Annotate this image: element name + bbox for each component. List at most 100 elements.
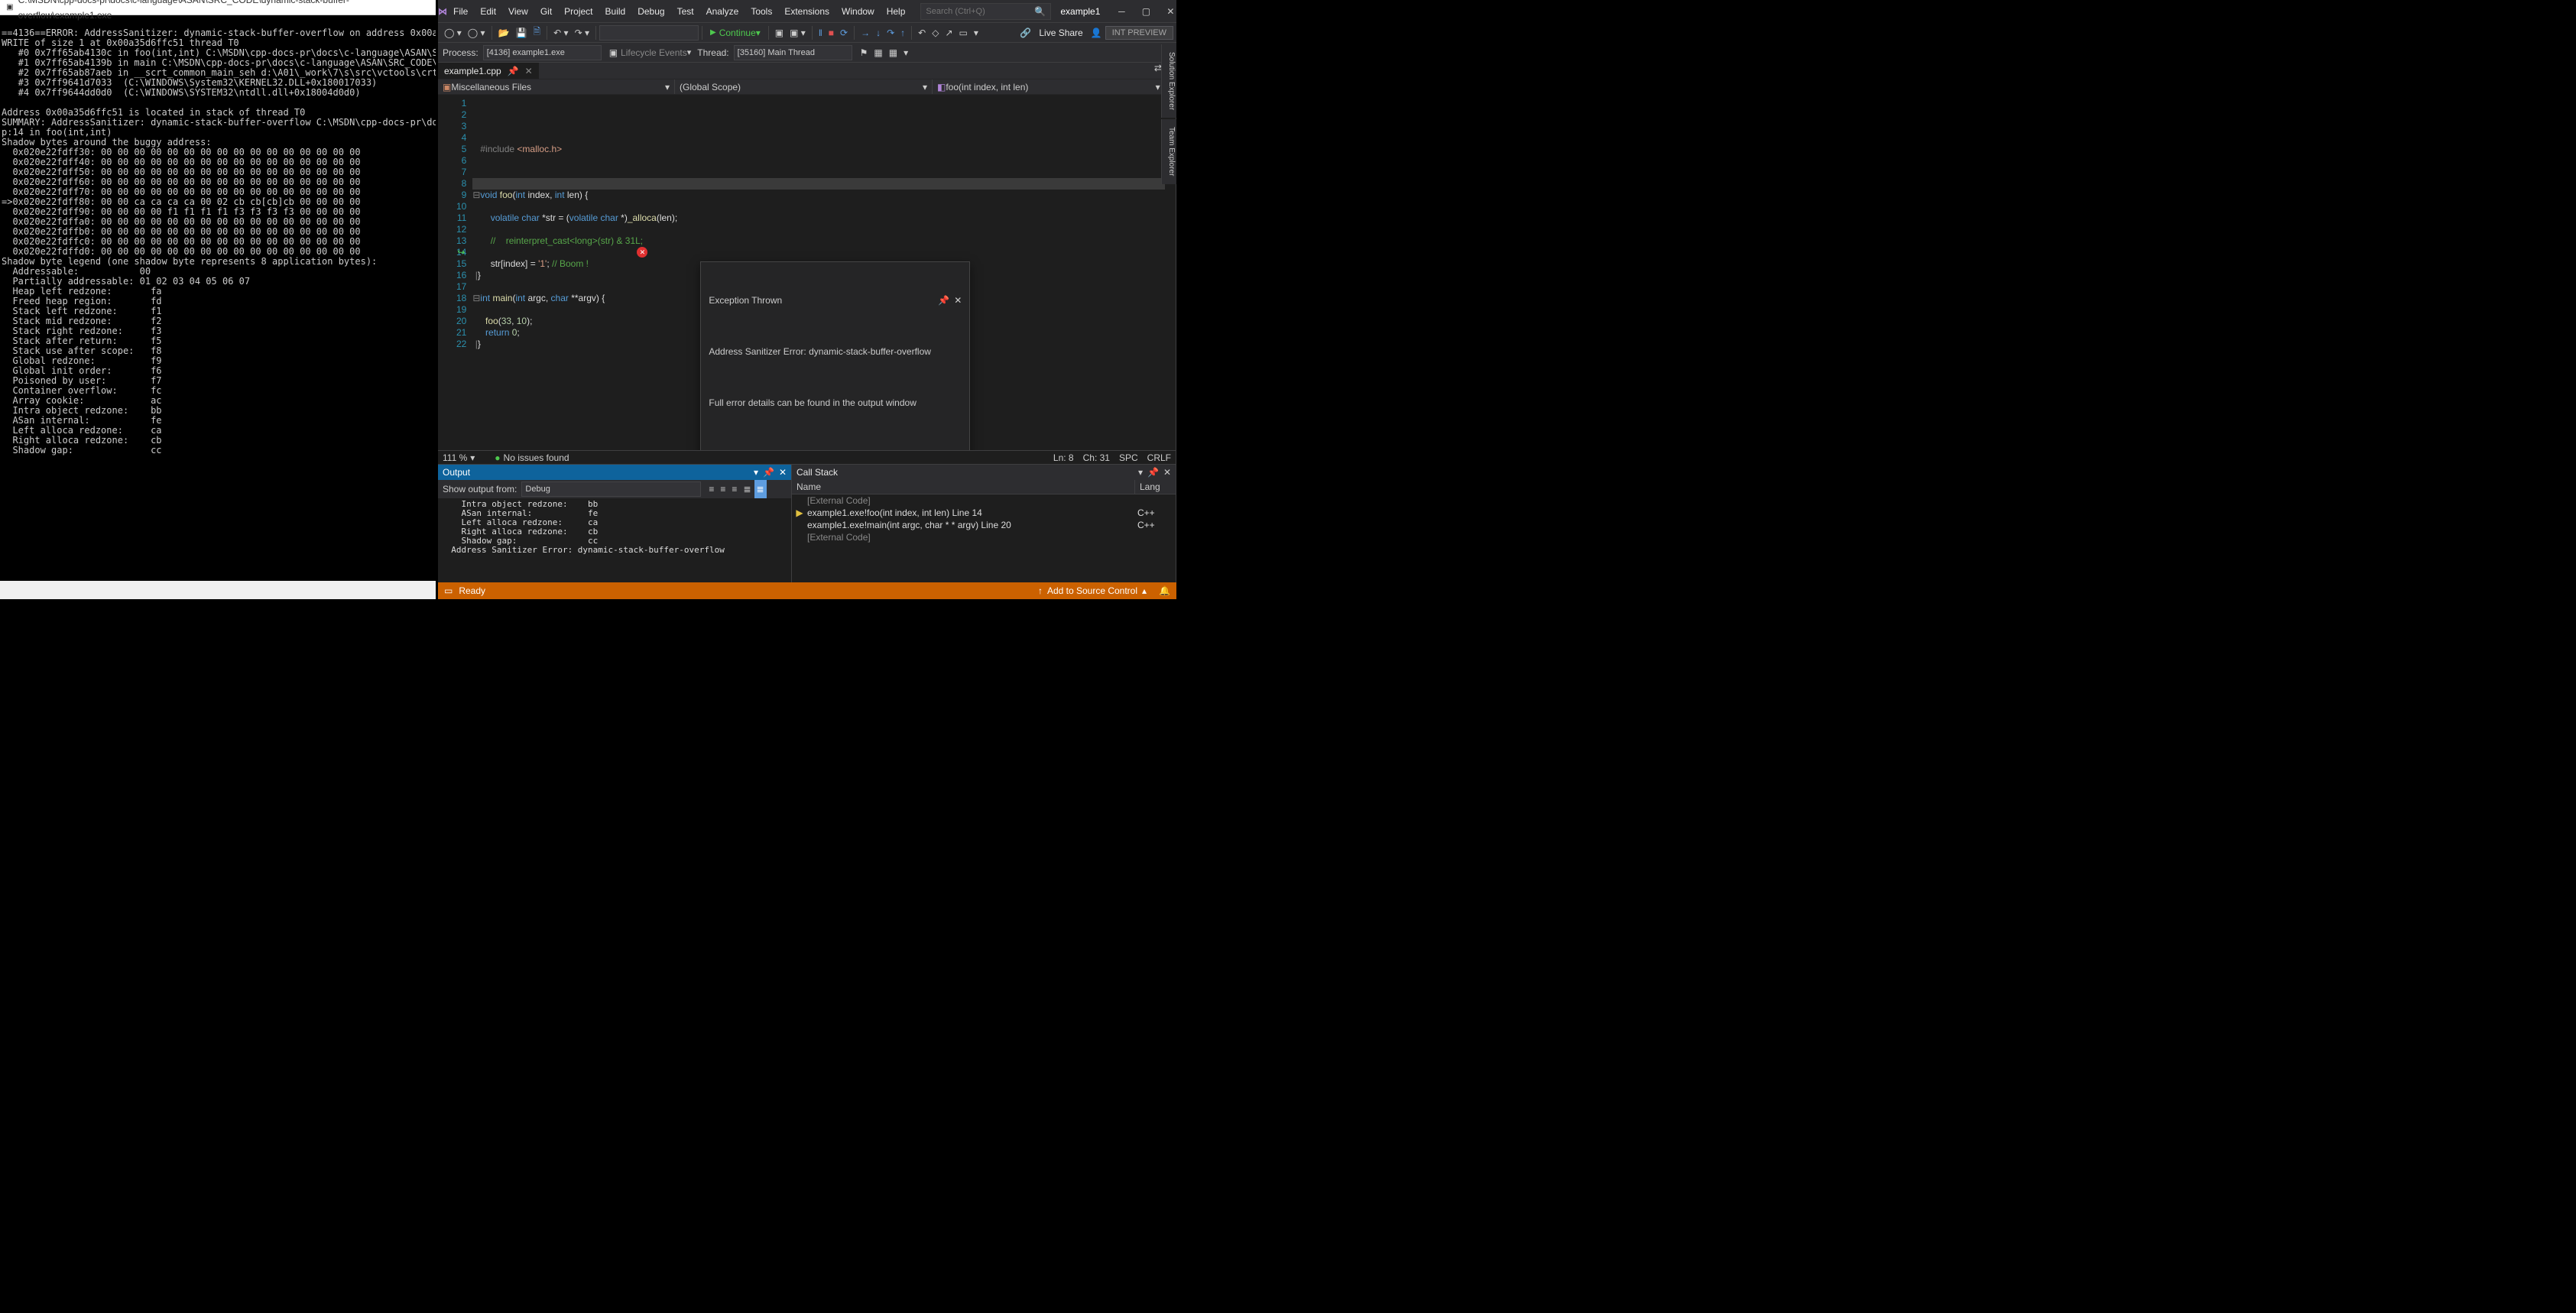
callstack-header[interactable]: Call Stack ▾📌✕: [792, 465, 1176, 480]
toolbar-icon[interactable]: ▣: [772, 24, 787, 42]
menu-edit[interactable]: Edit: [474, 0, 502, 23]
menu-window[interactable]: Window: [835, 0, 881, 23]
frame-text: example1.exe!foo(int index, int len) Lin…: [806, 507, 1133, 518]
status-icon: ▭: [444, 585, 453, 596]
console-icon: ▣: [5, 2, 15, 13]
nav-fwd-button[interactable]: ◯ ▾: [465, 24, 488, 42]
menu-debug[interactable]: Debug: [631, 0, 670, 23]
popup-pin-icon[interactable]: 📌: [938, 293, 949, 307]
minimize-button[interactable]: ─: [1109, 0, 1134, 23]
output-tool-icon[interactable]: ≣: [740, 480, 754, 498]
issues-text[interactable]: No issues found: [504, 452, 569, 463]
chevron-up-icon[interactable]: ▴: [1142, 585, 1147, 596]
toolbar-icon[interactable]: ↗: [942, 24, 955, 42]
step-over-button[interactable]: ↓: [873, 24, 884, 42]
callstack-row[interactable]: [External Code]: [792, 494, 1176, 507]
solution-explorer-tab[interactable]: Solution Explorer: [1161, 44, 1176, 118]
toolbar-overflow[interactable]: ▾: [971, 24, 981, 42]
windows-taskbar[interactable]: [0, 581, 436, 599]
menu-extensions[interactable]: Extensions: [778, 0, 835, 23]
saveall-button[interactable]: 🗎: [530, 24, 544, 42]
menu-analyze[interactable]: Analyze: [700, 0, 745, 23]
error-glyph-icon[interactable]: ✕: [637, 247, 647, 258]
liveshare-icon[interactable]: 🔗: [1017, 24, 1034, 42]
zoom-level[interactable]: 111 %: [443, 452, 467, 463]
close-button[interactable]: ✕: [1158, 0, 1183, 23]
menu-view[interactable]: View: [502, 0, 534, 23]
toolbar-icon[interactable]: ▭: [956, 24, 971, 42]
menu-git[interactable]: Git: [534, 0, 558, 23]
step-button[interactable]: ↑: [897, 24, 908, 42]
menu-project[interactable]: Project: [558, 0, 599, 23]
toolbar-icon[interactable]: ▣ ▾: [787, 24, 809, 42]
menu-help[interactable]: Help: [881, 0, 912, 23]
source-control-icon[interactable]: ↑: [1038, 585, 1043, 596]
liveshare-button[interactable]: Live Share: [1034, 28, 1087, 38]
output-tool-icon[interactable]: ≡: [717, 480, 728, 498]
menu-file[interactable]: File: [447, 0, 474, 23]
zoom-dropdown-icon[interactable]: ▾: [470, 452, 475, 463]
pin-icon[interactable]: 📌: [763, 467, 774, 478]
toolbar-icon[interactable]: ◇: [929, 24, 942, 42]
output-header[interactable]: Output ▾📌✕: [438, 465, 791, 480]
tab-example1-cpp[interactable]: example1.cpp 📌 ✕: [438, 63, 540, 79]
notifications-icon[interactable]: 🔔: [1159, 585, 1170, 596]
callstack-row[interactable]: ▶example1.exe!foo(int index, int len) Li…: [792, 507, 1176, 519]
add-source-control[interactable]: Add to Source Control: [1047, 585, 1137, 596]
code-body[interactable]: #include <malloc.h> __declspec(noinline)…: [472, 95, 1176, 450]
lifecycle-icon[interactable]: ▣: [606, 44, 621, 62]
output-source-dropdown[interactable]: Debug: [521, 481, 701, 497]
pin-icon[interactable]: 📌: [508, 66, 519, 76]
stack-icon[interactable]: ▦: [886, 44, 900, 62]
callstack-row[interactable]: example1.exe!main(int argc, char * * arg…: [792, 519, 1176, 531]
nav-back-button[interactable]: ◯ ▾: [441, 24, 465, 42]
process-dropdown[interactable]: [4136] example1.exe: [483, 45, 602, 60]
config-dropdown[interactable]: [599, 25, 699, 41]
callstack-row[interactable]: [External Code]: [792, 531, 1176, 543]
step-into-button[interactable]: →: [858, 24, 873, 42]
console-output[interactable]: ==4136==ERROR: AddressSanitizer: dynamic…: [0, 15, 436, 581]
search-box[interactable]: 🔍: [920, 3, 1051, 20]
close-icon[interactable]: ✕: [1163, 467, 1171, 478]
output-text[interactable]: Intra object redzone: bb ASan internal: …: [438, 498, 791, 582]
pin-icon[interactable]: 📌: [1147, 467, 1159, 478]
context-project-dropdown[interactable]: ▣ Miscellaneous Files▾: [438, 79, 675, 94]
ok-icon: ●: [495, 452, 500, 463]
dropdown-icon[interactable]: ▾: [1138, 467, 1143, 478]
context-scope-dropdown[interactable]: (Global Scope)▾: [675, 79, 933, 94]
col-lang[interactable]: Lang: [1134, 480, 1176, 494]
maximize-button[interactable]: ▢: [1134, 0, 1158, 23]
menu-tools[interactable]: Tools: [745, 0, 778, 23]
output-tool-icon[interactable]: ≡: [706, 480, 717, 498]
thread-dropdown[interactable]: [35160] Main Thread: [734, 45, 852, 60]
search-input[interactable]: [926, 7, 1034, 16]
code-editor[interactable]: 1 2 3 4 5 6 7 8 9 10 11 12 13 14 15 16 1…: [438, 95, 1176, 450]
step-out-button[interactable]: ↷: [884, 24, 897, 42]
stack-icon[interactable]: ▦: [871, 44, 885, 62]
overflow-icon[interactable]: ▾: [900, 44, 911, 62]
col-name[interactable]: Name: [792, 480, 1134, 494]
pause-button[interactable]: ‖: [816, 24, 826, 42]
close-icon[interactable]: ✕: [779, 467, 787, 478]
menu-test[interactable]: Test: [671, 0, 700, 23]
search-icon[interactable]: 🔍: [1034, 6, 1046, 17]
redo-button[interactable]: ↷ ▾: [572, 24, 592, 42]
restart-button[interactable]: ⟳: [837, 24, 851, 42]
dropdown-icon[interactable]: ▾: [754, 467, 758, 478]
close-tab-icon[interactable]: ✕: [525, 66, 533, 76]
feedback-icon[interactable]: 👤: [1088, 24, 1105, 42]
continue-button[interactable]: Continue ▾: [706, 28, 765, 38]
undo-button[interactable]: ↶ ▾: [550, 24, 571, 42]
output-tool-icon[interactable]: ≣: [754, 480, 767, 498]
toolbar-icon[interactable]: ↶: [915, 24, 929, 42]
stop-button[interactable]: ■: [826, 24, 837, 42]
menu-build[interactable]: Build: [599, 0, 632, 23]
status-ready: Ready: [459, 585, 485, 596]
output-tool-icon[interactable]: ≡: [728, 480, 740, 498]
save-button[interactable]: 💾: [513, 24, 530, 42]
team-explorer-tab[interactable]: Team Explorer: [1161, 119, 1176, 183]
popup-close-icon[interactable]: ✕: [954, 293, 962, 307]
context-function-dropdown[interactable]: ◧ foo(int index, int len)▾ ✚: [933, 79, 1176, 94]
flag-icon[interactable]: ⚑: [857, 44, 871, 62]
open-button[interactable]: 📂: [495, 24, 513, 42]
